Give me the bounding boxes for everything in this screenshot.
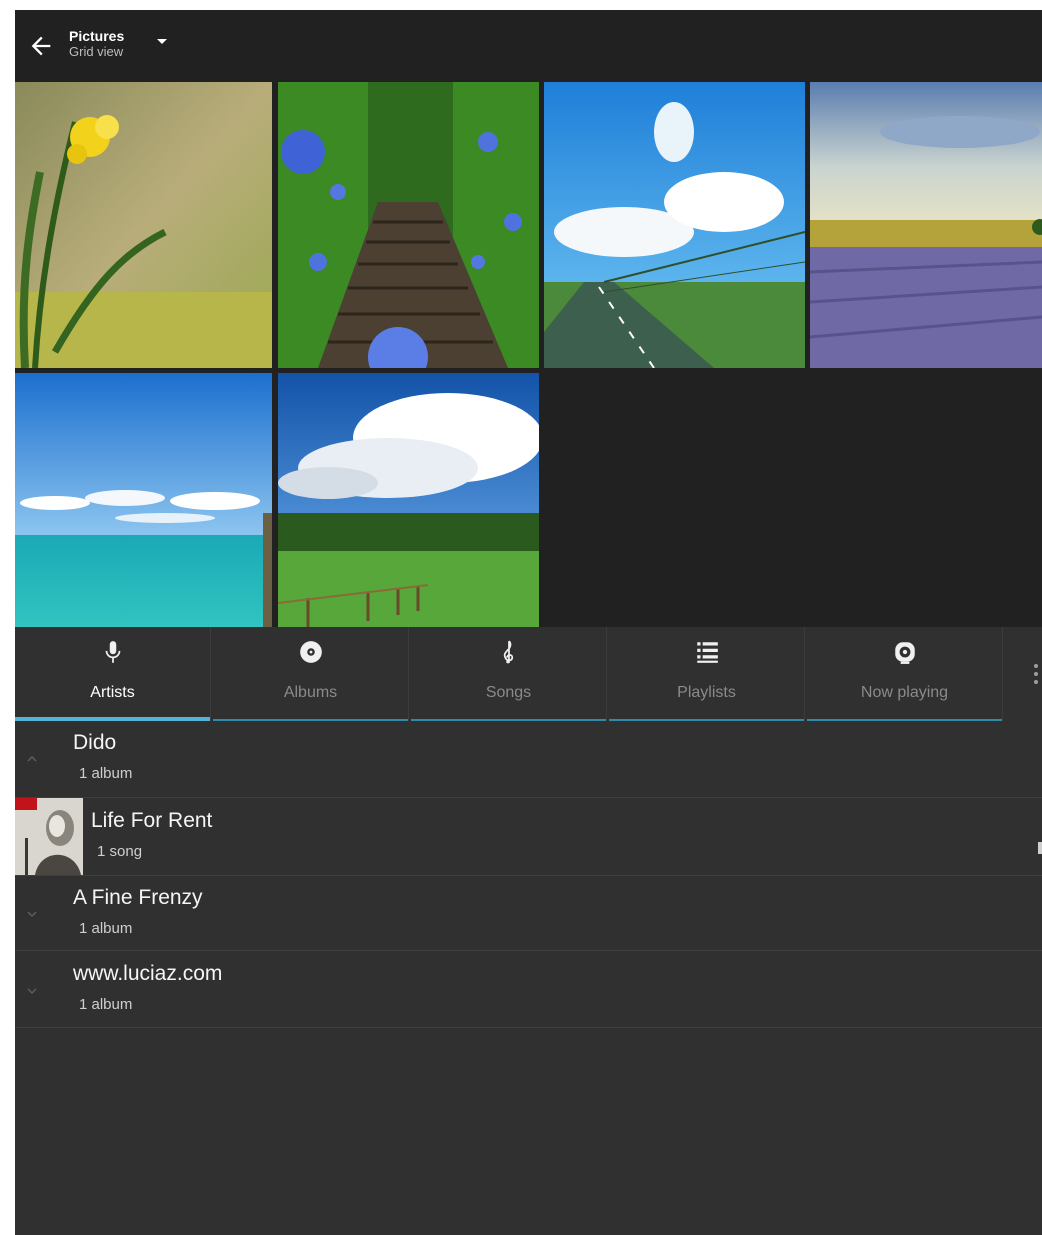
tab-albums[interactable]: Albums bbox=[213, 627, 409, 721]
list-item-title: A Fine Frenzy bbox=[73, 886, 203, 909]
view-selector[interactable]: Pictures Grid view bbox=[69, 28, 124, 60]
picture-thumbnail[interactable] bbox=[544, 82, 805, 368]
tab-label: Playlists bbox=[677, 684, 736, 701]
picture-grid bbox=[15, 82, 1042, 627]
list-item-subtitle: 1 album bbox=[79, 996, 133, 1013]
list-item-title: Life For Rent bbox=[91, 809, 213, 832]
list-item-artist[interactable]: www.luciaz.com 1 album bbox=[15, 951, 1042, 1028]
action-bar: Pictures Grid view bbox=[15, 10, 1042, 82]
treble-clef-icon bbox=[503, 640, 513, 664]
scroll-indicator bbox=[1038, 842, 1042, 854]
overflow-menu-icon[interactable] bbox=[1030, 662, 1042, 692]
chevron-down-icon[interactable] bbox=[25, 907, 39, 921]
list-item-subtitle: 1 album bbox=[79, 920, 133, 937]
tab-label: Now playing bbox=[860, 684, 949, 701]
arrow-left-icon[interactable] bbox=[27, 32, 55, 60]
chevron-up-icon[interactable] bbox=[25, 752, 39, 766]
disc-icon bbox=[299, 641, 322, 663]
tab-label: Songs bbox=[485, 684, 532, 701]
caret-down-icon[interactable] bbox=[157, 39, 167, 44]
tab-label: Artists bbox=[90, 684, 135, 701]
list-item-title: Dido bbox=[73, 731, 117, 754]
tab-songs[interactable]: Songs bbox=[411, 627, 607, 721]
tab-playlists[interactable]: Playlists bbox=[609, 627, 805, 721]
list-item-subtitle: 1 song bbox=[97, 843, 143, 860]
album-art bbox=[15, 798, 83, 875]
picture-thumbnail[interactable] bbox=[278, 82, 539, 368]
artist-list: Dido 1 album Life For Rent 1 song A Fine… bbox=[15, 721, 1042, 1235]
tab-artists[interactable]: Artists bbox=[15, 627, 211, 721]
list-icon bbox=[696, 642, 718, 663]
list-item-title: www.luciaz.com bbox=[73, 962, 223, 985]
list-item-subtitle: 1 album bbox=[79, 765, 133, 782]
chevron-down-icon[interactable] bbox=[25, 984, 39, 998]
speaker-icon bbox=[894, 642, 915, 664]
list-item-artist[interactable]: Dido 1 album bbox=[15, 721, 1042, 798]
tab-now-playing[interactable]: Now playing bbox=[807, 627, 1003, 721]
picture-thumbnail[interactable] bbox=[15, 373, 272, 627]
microphone-icon bbox=[105, 641, 120, 663]
picture-thumbnail[interactable] bbox=[15, 82, 272, 368]
picture-thumbnail[interactable] bbox=[810, 82, 1042, 368]
page-title: Pictures bbox=[69, 28, 125, 44]
picture-thumbnail[interactable] bbox=[278, 373, 539, 627]
list-item-album[interactable]: Life For Rent 1 song bbox=[15, 798, 1042, 876]
tab-label: Albums bbox=[283, 684, 338, 701]
page-subtitle: Grid view bbox=[69, 44, 124, 59]
library-tabs: Artists Albums Songs Playlists Now playi… bbox=[15, 627, 1042, 721]
music-app-window: Pictures Grid view Artists Albums Songs … bbox=[15, 10, 1042, 1235]
list-item-artist[interactable]: A Fine Frenzy 1 album bbox=[15, 876, 1042, 951]
